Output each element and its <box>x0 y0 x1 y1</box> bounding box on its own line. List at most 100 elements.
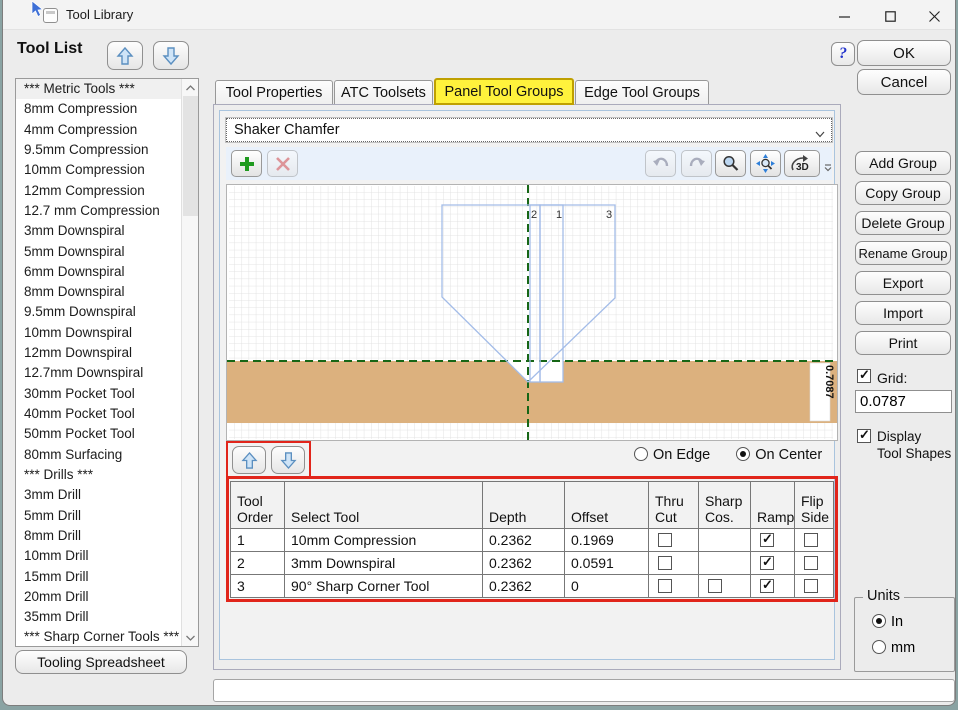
cell-offset[interactable]: 0.1969 <box>565 529 649 551</box>
export-button[interactable]: Export <box>855 271 951 295</box>
tool-list-move-up-button[interactable] <box>107 41 143 70</box>
status-input[interactable] <box>213 679 955 702</box>
on-center-radio[interactable] <box>736 447 750 461</box>
on-edge-option[interactable]: On Edge <box>634 447 710 463</box>
tool-list-move-down-button[interactable] <box>153 41 189 70</box>
zoom-extents-button[interactable] <box>750 150 781 177</box>
list-item[interactable]: 8mm Compression <box>16 99 181 119</box>
units-in-option[interactable]: In <box>872 614 903 630</box>
cell-select-tool[interactable]: 3mm Downspiral <box>285 552 483 574</box>
minimize-button[interactable] <box>821 0 867 30</box>
list-item[interactable]: 9.5mm Downspiral <box>16 302 181 322</box>
flip-side-checkbox[interactable] <box>804 533 818 547</box>
tool-list-scrollbar[interactable] <box>181 79 198 646</box>
list-item[interactable]: 6mm Downspiral <box>16 262 181 282</box>
list-item[interactable]: 12mm Downspiral <box>16 343 181 363</box>
ramp-checkbox[interactable] <box>760 579 774 593</box>
list-item[interactable]: *** Metric Tools *** <box>16 79 181 99</box>
maximize-button[interactable] <box>867 0 913 30</box>
grid-checkbox[interactable] <box>857 369 871 383</box>
delete-group-button[interactable]: Delete Group <box>855 211 951 235</box>
thru-cut-checkbox[interactable] <box>658 556 672 570</box>
cell-offset[interactable]: 0.0591 <box>565 552 649 574</box>
cell-offset[interactable]: 0 <box>565 575 649 597</box>
tab-atc-toolsets[interactable]: ATC Toolsets <box>334 80 433 104</box>
help-button[interactable]: ? <box>831 42 855 66</box>
list-item[interactable]: 50mm Pocket Tool <box>16 424 181 444</box>
on-edge-radio[interactable] <box>634 447 648 461</box>
list-item[interactable]: 5mm Downspiral <box>16 242 181 262</box>
list-item[interactable]: 10mm Drill <box>16 546 181 566</box>
add-tool-button[interactable] <box>231 150 262 177</box>
tab-tool-properties[interactable]: Tool Properties <box>215 80 333 104</box>
cancel-button[interactable]: Cancel <box>857 69 951 95</box>
sharp-cos-checkbox[interactable] <box>708 579 722 593</box>
display-tool-shapes-checkbox[interactable] <box>857 429 871 443</box>
list-item[interactable]: 12mm Compression <box>16 181 181 201</box>
undo-button[interactable] <box>645 150 676 177</box>
tool-group-dropdown[interactable]: Shaker Chamfer <box>226 118 832 142</box>
zoom-button[interactable] <box>715 150 746 177</box>
close-button[interactable] <box>911 0 957 30</box>
tool-profile-canvas[interactable]: 2 1 3 0.7087 <box>226 184 838 441</box>
list-item[interactable]: 80mm Surfacing <box>16 445 181 465</box>
list-item[interactable]: 8mm Drill <box>16 526 181 546</box>
tab-edge-tool-groups[interactable]: Edge Tool Groups <box>575 80 709 104</box>
scroll-down-icon[interactable] <box>182 629 199 646</box>
cell-depth[interactable]: 0.2362 <box>483 575 565 597</box>
list-item[interactable]: 35mm Drill <box>16 607 181 627</box>
redo-button[interactable] <box>681 150 712 177</box>
list-item[interactable]: 3mm Downspiral <box>16 221 181 241</box>
cell-order: 3 <box>231 575 285 597</box>
delete-tool-button[interactable] <box>267 150 298 177</box>
row-move-up-button[interactable] <box>232 446 266 474</box>
import-button[interactable]: Import <box>855 301 951 325</box>
ramp-checkbox[interactable] <box>760 533 774 547</box>
cell-depth[interactable]: 0.2362 <box>483 552 565 574</box>
list-item[interactable]: 10mm Downspiral <box>16 323 181 343</box>
thru-cut-checkbox[interactable] <box>658 533 672 547</box>
flip-side-checkbox[interactable] <box>804 556 818 570</box>
cell-depth[interactable]: 0.2362 <box>483 529 565 551</box>
chevron-down-icon <box>815 126 825 142</box>
list-item[interactable]: 10mm Compression <box>16 160 181 180</box>
list-item[interactable]: 12.7mm Downspiral <box>16 363 181 383</box>
units-mm-option[interactable]: mm <box>872 640 915 656</box>
tooling-spreadsheet-button[interactable]: Tooling Spreadsheet <box>15 650 187 674</box>
units-in-radio[interactable] <box>872 614 886 628</box>
add-group-button[interactable]: Add Group <box>855 151 951 175</box>
list-item[interactable]: *** Drills *** <box>16 465 181 485</box>
list-item[interactable]: 8mm Downspiral <box>16 282 181 302</box>
grid-size-input[interactable] <box>855 390 952 413</box>
app-icon <box>43 8 58 23</box>
list-item[interactable]: 20mm Drill <box>16 587 181 607</box>
copy-group-button[interactable]: Copy Group <box>855 181 951 205</box>
list-item[interactable]: 30mm Pocket Tool <box>16 384 181 404</box>
thru-cut-checkbox[interactable] <box>658 579 672 593</box>
view-3d-button[interactable]: 3D <box>784 150 820 177</box>
cell-select-tool[interactable]: 90° Sharp Corner Tool <box>285 575 483 597</box>
list-item[interactable]: 9.5mm Compression <box>16 140 181 160</box>
scrollbar-thumb[interactable] <box>183 96 198 216</box>
flip-side-checkbox[interactable] <box>804 579 818 593</box>
list-item[interactable]: 3mm Drill <box>16 485 181 505</box>
toolbar-overflow-icon[interactable] <box>824 159 832 177</box>
ok-button[interactable]: OK <box>857 40 951 66</box>
list-item[interactable]: 5mm Drill <box>16 506 181 526</box>
ramp-checkbox[interactable] <box>760 556 774 570</box>
title-bar[interactable]: Tool Library <box>3 0 955 30</box>
units-mm-radio[interactable] <box>872 640 886 654</box>
list-item[interactable]: *** Sharp Corner Tools *** <box>16 627 181 647</box>
on-center-option[interactable]: On Center <box>736 447 822 463</box>
scroll-up-icon[interactable] <box>182 79 199 96</box>
list-item[interactable]: 40mm Pocket Tool <box>16 404 181 424</box>
list-item[interactable]: 4mm Compression <box>16 120 181 140</box>
tab-panel-tool-groups[interactable]: Panel Tool Groups <box>434 78 574 105</box>
rename-group-button[interactable]: Rename Group <box>855 241 951 265</box>
row-move-down-button[interactable] <box>271 446 305 474</box>
cell-select-tool[interactable]: 10mm Compression <box>285 529 483 551</box>
print-button[interactable]: Print <box>855 331 951 355</box>
col-depth: Depth <box>483 482 565 528</box>
list-item[interactable]: 15mm Drill <box>16 567 181 587</box>
list-item[interactable]: 12.7 mm Compression <box>16 201 181 221</box>
